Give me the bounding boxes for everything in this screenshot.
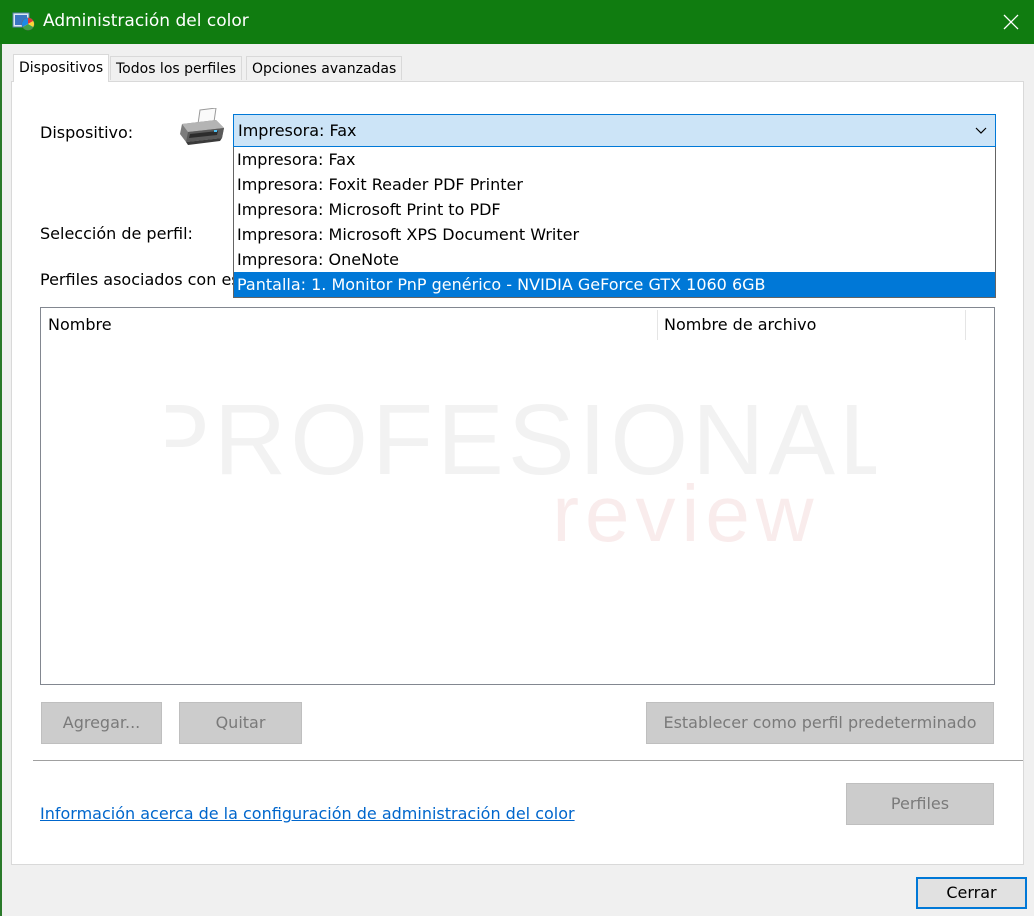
dropdown-option[interactable]: Impresora: Foxit Reader PDF Printer: [234, 172, 995, 197]
window-left-border: [0, 44, 2, 916]
color-management-info-link[interactable]: Información acerca de la configuración d…: [40, 804, 575, 823]
column-header-nombre-de-archivo[interactable]: Nombre de archivo: [657, 308, 965, 342]
remove-profile-button[interactable]: Quitar: [179, 702, 302, 744]
printer-icon: [180, 108, 224, 145]
column-header-nombre[interactable]: Nombre: [41, 308, 657, 342]
column-divider[interactable]: [965, 310, 966, 340]
tab-dispositivos[interactable]: Dispositivos: [13, 54, 110, 82]
title-bar: Administración del color: [0, 0, 1034, 44]
divider: [33, 760, 1023, 761]
dropdown-option-highlighted[interactable]: Pantalla: 1. Monitor PnP genérico - NVID…: [234, 272, 995, 297]
device-label: Dispositivo:: [40, 123, 134, 142]
chevron-down-icon: [975, 127, 987, 134]
device-combobox[interactable]: Impresora: Fax: [233, 114, 996, 147]
dropdown-option[interactable]: Impresora: Fax: [234, 147, 995, 172]
associated-profiles-label: Perfiles asociados con es: [40, 270, 240, 289]
watermark: PROFESIONAL review: [166, 384, 876, 556]
profile-selection-label: Selección de perfil:: [40, 224, 193, 243]
window-title: Administración del color: [43, 11, 249, 31]
add-profile-button[interactable]: Agregar...: [41, 702, 162, 744]
dropdown-option[interactable]: Impresora: Microsoft Print to PDF: [234, 197, 995, 222]
color-management-app-icon: [12, 12, 35, 31]
close-window-button[interactable]: [988, 0, 1034, 44]
close-dialog-button[interactable]: Cerrar: [916, 877, 1027, 909]
device-combobox-value: Impresora: Fax: [238, 121, 357, 140]
watermark-top: PROFESIONAL: [166, 384, 876, 496]
watermark-bottom: review: [552, 469, 819, 556]
tab-todos-los-perfiles[interactable]: Todos los perfiles: [110, 56, 243, 80]
close-icon: [1003, 14, 1019, 30]
profiles-list[interactable]: Nombre Nombre de archivo PROFESIONAL rev…: [40, 307, 995, 685]
dropdown-option[interactable]: Impresora: OneNote: [234, 247, 995, 272]
device-dropdown-list: Impresora: Fax Impresora: Foxit Reader P…: [233, 147, 996, 298]
dropdown-option[interactable]: Impresora: Microsoft XPS Document Writer: [234, 222, 995, 247]
set-default-profile-button[interactable]: Establecer como perfil predeterminado: [646, 702, 994, 744]
tab-opciones-avanzadas[interactable]: Opciones avanzadas: [246, 56, 403, 80]
profiles-button[interactable]: Perfiles: [846, 783, 994, 825]
